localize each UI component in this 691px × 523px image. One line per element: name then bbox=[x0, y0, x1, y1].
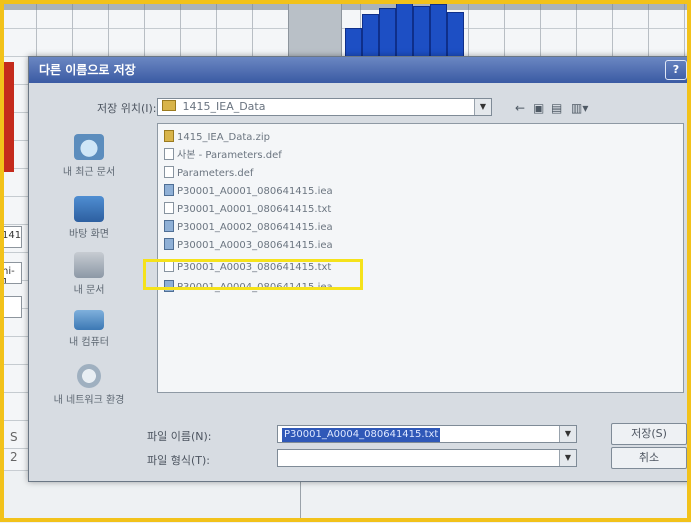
list-item[interactable]: 1415_IEA_Data.zip bbox=[164, 130, 270, 146]
chevron-down-icon[interactable]: ▼ bbox=[559, 450, 576, 466]
dialog-titlebar: 다른 이름으로 저장 ? bbox=[29, 57, 691, 83]
place-network[interactable]: 내 네트워크 환경 bbox=[39, 364, 139, 406]
background-left-letter: S bbox=[10, 430, 18, 444]
up-folder-button[interactable]: ▣ bbox=[533, 101, 544, 115]
iea-file-icon bbox=[164, 184, 174, 196]
save-in-value: 1415_IEA_Data bbox=[182, 100, 266, 113]
chevron-down-icon[interactable]: ▼ bbox=[474, 99, 491, 115]
my-documents-icon bbox=[74, 252, 104, 278]
place-label: 내 컴퓨터 bbox=[69, 337, 109, 348]
dialog-title: 다른 이름으로 저장 bbox=[39, 63, 136, 77]
background-bar bbox=[430, 4, 447, 64]
my-computer-icon bbox=[74, 310, 104, 330]
background-left-field bbox=[0, 296, 22, 318]
help-button[interactable]: ? bbox=[665, 60, 687, 80]
place-label: 내 네트워크 환경 bbox=[53, 395, 125, 406]
list-item[interactable]: P30001_A0003_080641415.iea bbox=[164, 238, 333, 254]
file-name: P30001_A0001_080641415.txt bbox=[177, 204, 332, 215]
filename-input[interactable]: P30001_A0004_080641415.txt ▼ bbox=[277, 425, 577, 443]
file-name: P30001_A0003_080641415.iea bbox=[177, 240, 333, 251]
list-item[interactable]: P30001_A0002_080641415.iea bbox=[164, 220, 333, 236]
filetype-label: 파일 형식(T): bbox=[147, 454, 210, 467]
save-in-dropdown[interactable]: 1415_IEA_Data ▼ bbox=[157, 98, 492, 116]
list-item[interactable]: P30001_A0001_080641415.txt bbox=[164, 202, 331, 218]
back-button[interactable]: ← bbox=[515, 101, 525, 115]
iea-file-icon bbox=[164, 238, 174, 250]
filetype-dropdown[interactable]: ▼ bbox=[277, 449, 577, 467]
desktop-icon bbox=[74, 196, 104, 222]
document-icon bbox=[164, 148, 174, 160]
cancel-button[interactable]: 취소 bbox=[611, 447, 687, 469]
save-in-label: 저장 위치(I): bbox=[97, 102, 157, 115]
background-bar-chart bbox=[345, 0, 475, 64]
filename-value: P30001_A0004_080641415.txt bbox=[282, 428, 441, 442]
background-left-field: ni-1 bbox=[0, 262, 22, 284]
save-button[interactable]: 저장(S) bbox=[611, 423, 687, 445]
document-icon bbox=[164, 166, 174, 178]
new-folder-button[interactable]: ▤ bbox=[551, 101, 562, 115]
place-desktop[interactable]: 바탕 화면 bbox=[39, 196, 139, 240]
file-name: P30001_A0002_080641415.iea bbox=[177, 222, 333, 233]
place-label: 바탕 화면 bbox=[69, 229, 109, 240]
filename-label: 파일 이름(N): bbox=[147, 430, 212, 443]
places-bar: 내 최근 문서 바탕 화면 내 문서 내 컴퓨터 내 네트워크 환경 bbox=[39, 124, 139, 414]
background-red-bar bbox=[0, 62, 14, 172]
list-item[interactable]: Parameters.def bbox=[164, 166, 253, 182]
highlight-annotation bbox=[143, 259, 363, 290]
place-recent-documents[interactable]: 내 최근 문서 bbox=[39, 134, 139, 178]
place-label: 내 문서 bbox=[73, 285, 105, 296]
save-as-dialog: 다른 이름으로 저장 ? 저장 위치(I): 1415_IEA_Data ▼ ←… bbox=[28, 56, 691, 482]
folder-icon bbox=[162, 100, 176, 111]
background-bar bbox=[396, 2, 413, 64]
background-gray-column bbox=[288, 0, 342, 60]
recent-documents-icon bbox=[74, 134, 104, 160]
file-list[interactable]: 1415_IEA_Data.zip 사본 - Parameters.def Pa… bbox=[157, 123, 684, 393]
file-name: Parameters.def bbox=[177, 168, 254, 179]
place-my-documents[interactable]: 내 문서 bbox=[39, 252, 139, 296]
iea-file-icon bbox=[164, 220, 174, 232]
background-left-field: 141 bbox=[0, 226, 22, 248]
file-name: P30001_A0001_080641415.iea bbox=[177, 186, 333, 197]
place-my-computer[interactable]: 내 컴퓨터 bbox=[39, 310, 139, 348]
zip-file-icon bbox=[164, 130, 174, 142]
file-name: 1415_IEA_Data.zip bbox=[177, 132, 270, 143]
list-item[interactable]: P30001_A0001_080641415.iea bbox=[164, 184, 333, 200]
place-label: 내 최근 문서 bbox=[62, 167, 116, 178]
chevron-down-icon[interactable]: ▼ bbox=[559, 426, 576, 442]
views-menu-button[interactable]: ▥▾ bbox=[571, 101, 588, 115]
network-icon bbox=[77, 364, 101, 388]
list-item[interactable]: 사본 - Parameters.def bbox=[164, 148, 282, 164]
document-icon bbox=[164, 202, 174, 214]
background-left-letter: 2 bbox=[10, 450, 18, 464]
file-name: 사본 - Parameters.def bbox=[177, 150, 282, 161]
